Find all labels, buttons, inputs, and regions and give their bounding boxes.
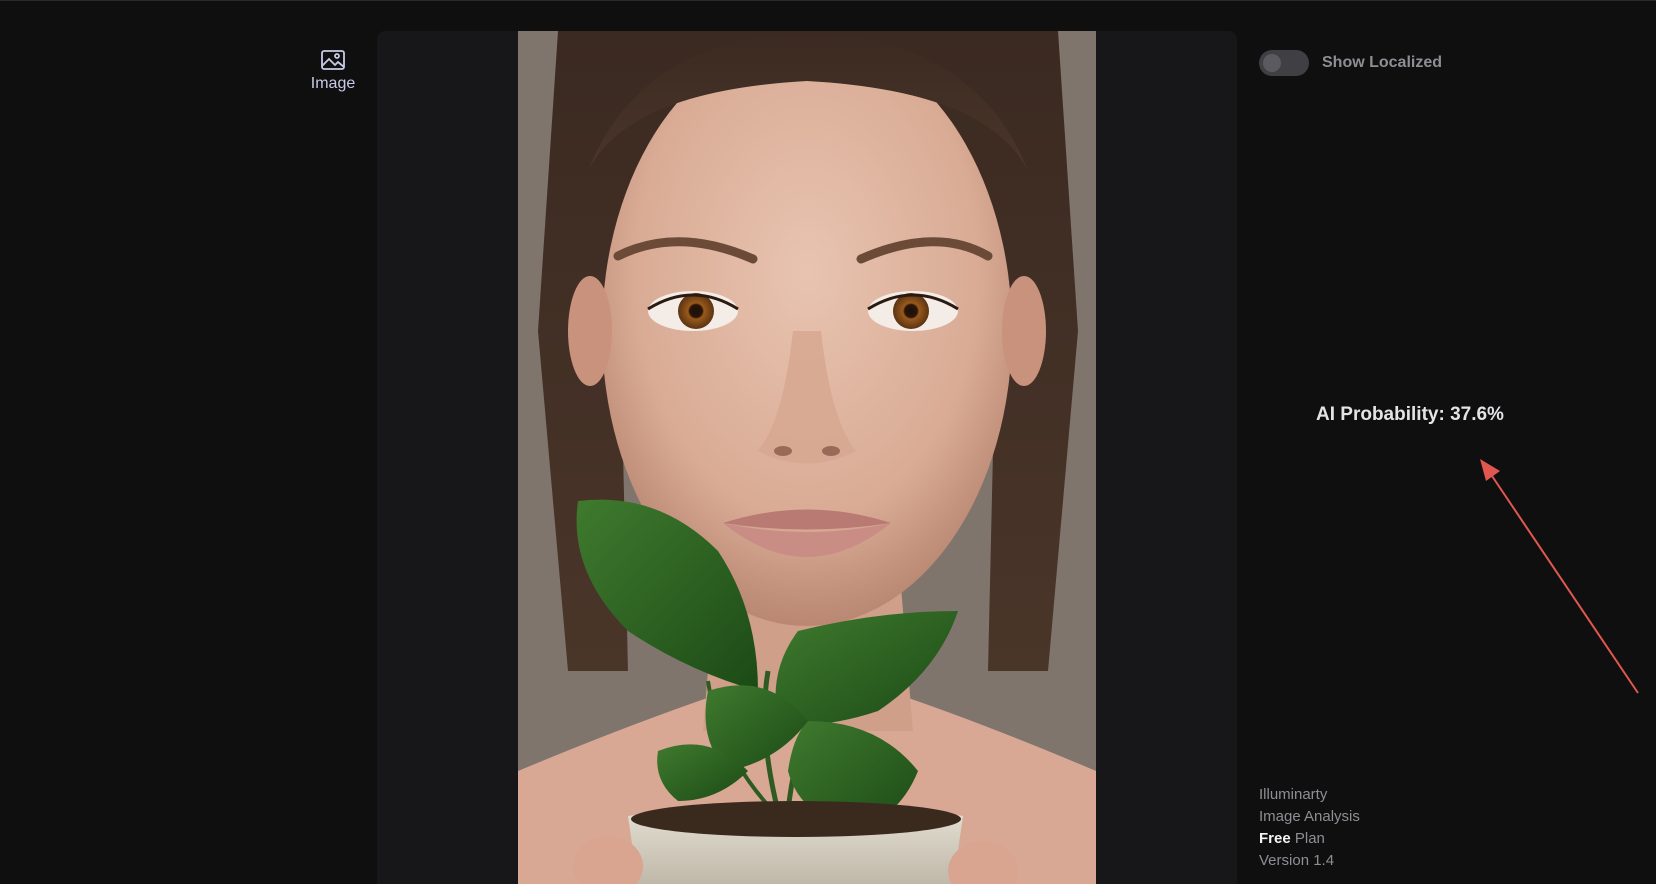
app-info: Illuminarty Image Analysis Free Plan Ver… — [1259, 784, 1360, 872]
show-localized-label: Show Localized — [1322, 54, 1443, 71]
analyzed-photo — [518, 31, 1096, 884]
plan-name: Free — [1259, 830, 1291, 847]
image-icon — [320, 49, 346, 71]
plan-line: Free Plan — [1259, 828, 1360, 850]
toggle-knob — [1263, 54, 1281, 72]
app-name: Illuminarty — [1259, 786, 1328, 803]
show-localized-toggle[interactable] — [1259, 50, 1309, 76]
app-window: Image Show Localized AI Probability: 37.… — [0, 0, 1656, 884]
app-subtitle: Image Analysis — [1259, 808, 1360, 825]
plan-suffix: Plan — [1294, 830, 1325, 847]
nav-item-label: Image — [310, 75, 356, 92]
app-version: Version 1.4 — [1259, 852, 1335, 869]
show-localized-row: Show Localized — [1259, 50, 1442, 76]
nav-item-image[interactable]: Image — [300, 49, 366, 93]
image-canvas — [377, 31, 1237, 884]
ai-probability-result: AI Probability: 37.6% — [1316, 404, 1504, 425]
